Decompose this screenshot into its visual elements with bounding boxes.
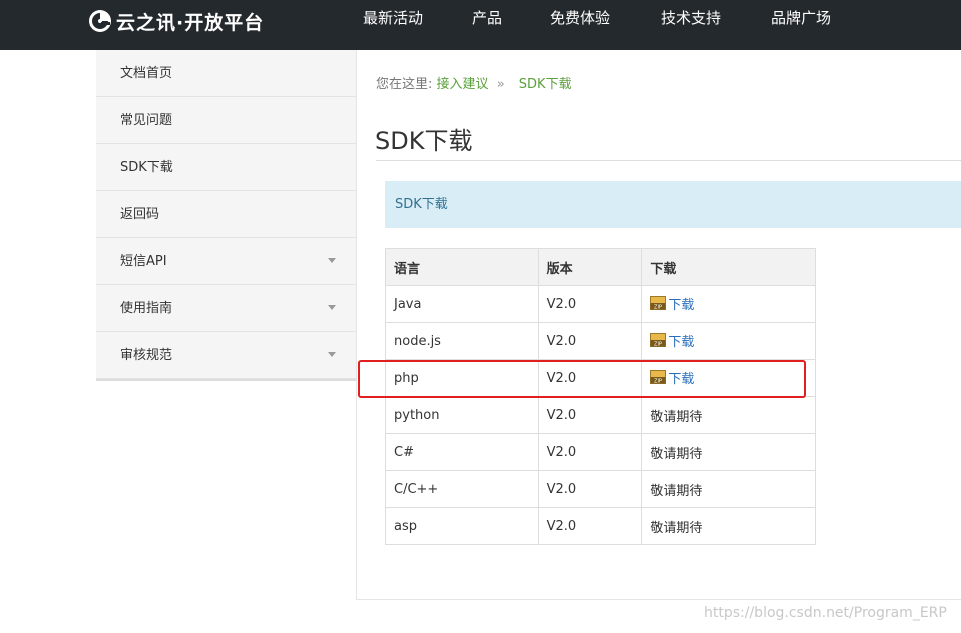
breadcrumb-current[interactable]: SDK下载 xyxy=(519,77,572,92)
cell-version: V2.0 xyxy=(537,359,643,397)
table-row: python V2.0 敬请期待 xyxy=(385,396,816,434)
cell-version: V2.0 xyxy=(537,470,643,508)
coming-soon-label: 敬请期待 xyxy=(650,446,703,462)
cell-download: 敬请期待 xyxy=(641,470,816,508)
breadcrumb-separator: » xyxy=(496,77,505,92)
breadcrumb-link-access-advice[interactable]: 接入建议 xyxy=(437,77,489,92)
top-navigation-bar: 云之讯·开放平台 最新活动 产品 免费体验 技术支持 品牌广场 xyxy=(0,0,961,50)
zip-file-icon: ZIP xyxy=(650,370,667,385)
sidebar-item-label: 返回码 xyxy=(120,207,160,222)
sidebar-item-label: 常见问题 xyxy=(120,113,173,128)
cell-download: 敬请期待 xyxy=(641,433,816,471)
coming-soon-label: 敬请期待 xyxy=(650,483,703,499)
download-link[interactable]: ZIP 下载 xyxy=(650,331,694,350)
cell-download: ZIP 下载 xyxy=(641,322,816,360)
table-row: Java V2.0 ZIP 下载 xyxy=(385,285,816,323)
table-row: asp V2.0 敬请期待 xyxy=(385,507,816,545)
doc-sidebar: 文档首页常见问题 SDK下载返回码短信API 使用指南审核规范 xyxy=(96,50,356,381)
sidebar-item-label: 使用指南 xyxy=(120,301,173,316)
header-version: 版本 xyxy=(537,248,643,286)
sidebar-item[interactable]: SDK下载 xyxy=(96,144,356,191)
logo-text: 云之讯·开放平台 xyxy=(116,11,265,34)
coming-soon-label: 敬请期待 xyxy=(650,520,703,536)
nav-item-tech-support[interactable]: 技术支持 xyxy=(661,8,721,28)
svg-text:ZIP: ZIP xyxy=(654,379,662,385)
cell-language: php xyxy=(385,359,539,397)
nav-item-latest-events[interactable]: 最新活动 xyxy=(363,8,423,28)
coming-soon-label: 敬请期待 xyxy=(650,409,703,425)
info-panel-heading: SDK下载 xyxy=(385,181,961,228)
svg-text:ZIP: ZIP xyxy=(654,305,662,311)
site-logo[interactable]: 云之讯·开放平台 xyxy=(88,7,264,35)
cell-version: V2.0 xyxy=(537,507,643,545)
table-row: node.js V2.0 ZIP 下载 xyxy=(385,322,816,360)
sidebar-item[interactable]: 短信API xyxy=(96,238,356,285)
caret-down-icon xyxy=(328,352,336,357)
cell-language: asp xyxy=(385,507,539,545)
download-link-label: 下载 xyxy=(668,334,695,350)
watermark: https://blog.csdn.net/Program_ERP xyxy=(704,605,947,621)
header-download: 下载 xyxy=(641,248,816,286)
cell-version: V2.0 xyxy=(537,433,643,471)
sidebar-item[interactable]: 使用指南 xyxy=(96,285,356,332)
download-link[interactable]: ZIP 下载 xyxy=(650,294,694,313)
sidebar-item-label: 审核规范 xyxy=(120,348,173,363)
cell-version: V2.0 xyxy=(537,396,643,434)
cell-language: node.js xyxy=(385,322,539,360)
table-header-row: 语言 版本 下载 xyxy=(385,248,816,286)
nav-item-products[interactable]: 产品 xyxy=(472,8,502,28)
cloud-logo-icon xyxy=(89,10,111,32)
sidebar-item[interactable]: 返回码 xyxy=(96,191,356,238)
content-bottom-border xyxy=(356,599,961,600)
nav-item-free-trial[interactable]: 免费体验 xyxy=(550,8,610,28)
caret-down-icon xyxy=(328,258,336,263)
header-language: 语言 xyxy=(385,248,539,286)
cell-language: C# xyxy=(385,433,539,471)
download-link-label: 下载 xyxy=(668,371,695,387)
table-row: C/C++ V2.0 敬请期待 xyxy=(385,470,816,508)
sidebar-item-label: 文档首页 xyxy=(120,66,173,81)
cell-download: 敬请期待 xyxy=(641,507,816,545)
sidebar-item-label: 短信API xyxy=(120,254,167,269)
table-row: php V2.0 ZIP 下载 xyxy=(385,359,816,397)
breadcrumb: 您在这里: 接入建议 » SDK下载 xyxy=(376,73,572,92)
cell-version: V2.0 xyxy=(537,285,643,323)
content-left-border xyxy=(356,50,357,599)
cell-language: python xyxy=(385,396,539,434)
zip-file-icon: ZIP xyxy=(650,296,667,311)
svg-text:ZIP: ZIP xyxy=(654,342,662,348)
download-link-label: 下载 xyxy=(668,297,695,313)
cell-language: Java xyxy=(385,285,539,323)
download-link[interactable]: ZIP 下载 xyxy=(650,368,694,387)
sdk-download-table: 语言 版本 下载 Java V2.0 ZIP 下载 node.js V2.0 ZIP 下载 ph… xyxy=(385,248,816,545)
sidebar-item-label: SDK下载 xyxy=(120,160,173,175)
cell-language: C/C++ xyxy=(385,470,539,508)
sidebar-item[interactable]: 审核规范 xyxy=(96,332,356,379)
cell-download: ZIP 下载 xyxy=(641,285,816,323)
cell-download: ZIP 下载 xyxy=(641,359,816,397)
sidebar-item[interactable]: 文档首页 xyxy=(96,50,356,97)
cell-version: V2.0 xyxy=(537,322,643,360)
zip-file-icon: ZIP xyxy=(650,333,667,348)
table-row: C# V2.0 敬请期待 xyxy=(385,433,816,471)
page-title: SDK下载 xyxy=(375,127,473,155)
cell-download: 敬请期待 xyxy=(641,396,816,434)
title-divider xyxy=(376,160,961,161)
breadcrumb-prefix: 您在这里: xyxy=(376,77,433,92)
nav-item-brand-square[interactable]: 品牌广场 xyxy=(771,8,831,28)
caret-down-icon xyxy=(328,305,336,310)
sidebar-item[interactable]: 常见问题 xyxy=(96,97,356,144)
